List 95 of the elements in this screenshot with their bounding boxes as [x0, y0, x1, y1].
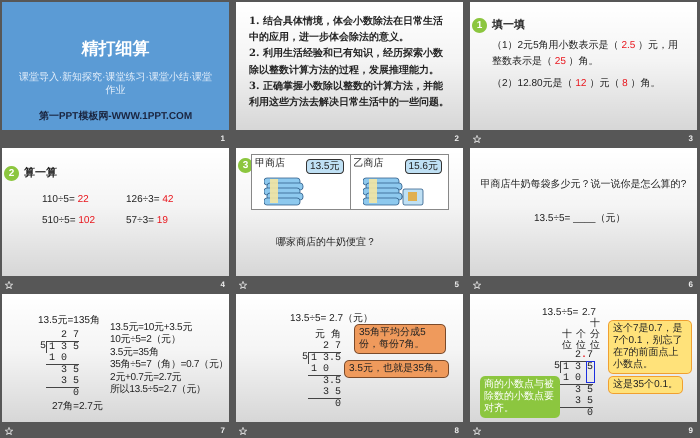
question-text: 哪家商店的牛奶便宜？ — [276, 236, 376, 249]
callout-bubble: 3.5元，也就是35角。 — [344, 360, 450, 378]
star-icon — [473, 427, 481, 435]
dividend: 1 3 5 — [563, 362, 594, 373]
website-text: 第一PPT模板网-WWW.1PPT.COM — [38, 110, 194, 123]
equation: 13.5÷5= ____（元） — [534, 212, 626, 225]
division-step: 1 0 — [308, 364, 330, 375]
expression: 57÷3= — [126, 215, 154, 226]
result-text: 27角=2.7元 — [52, 400, 103, 413]
shop-label: 甲商店 — [255, 157, 285, 170]
division-step: 0 — [332, 399, 342, 410]
division-step: 3 5 — [58, 376, 80, 387]
heading: 13.5÷5= 2.7（元） — [290, 312, 374, 325]
dividend: 1 3.5 — [311, 353, 342, 364]
slide-number: 8 — [454, 425, 459, 437]
shop-label: 乙商店 — [354, 157, 384, 170]
question-text: （1）2元5角用小数表示是（ 2.5 ）元，用整数表示是（ 25 ）角。 — [492, 38, 680, 69]
explanation-line: 35角÷5=7（角）=0.7（元） — [110, 359, 228, 372]
objective-text: 3. 正确掌握小数除以整数的计算方法，并能利用这些方法去解决日常生活中的一些问题。 — [249, 79, 450, 110]
division-step: 3 5 — [572, 396, 594, 407]
quotient: 2.7 — [574, 350, 594, 361]
star-icon — [239, 427, 247, 435]
slide-thumbnail[interactable]: 甲商店牛奶每袋多少元？说一说你是怎么算的? 13.5÷5= ____（元） — [470, 148, 697, 276]
place-label: 个位 — [576, 329, 586, 351]
answer: 42 — [162, 194, 174, 205]
explanation-line: 2元+0.7元=2.7元 — [110, 372, 182, 384]
slide-number: 7 — [220, 425, 225, 437]
milk-bags-drawing — [362, 177, 424, 207]
divisor: 5 — [302, 352, 308, 364]
explanation-line: 3.5元=35角 — [110, 346, 160, 359]
star-icon — [5, 281, 13, 289]
price-bubble: 13.5元 — [306, 159, 344, 174]
unit-labels: 元 角 — [314, 330, 342, 341]
explanation-line: 所以13.5÷5=2.7（元） — [110, 384, 207, 396]
place-label: 十位 — [562, 329, 572, 351]
star-icon — [473, 135, 481, 143]
result-text: 2.7 — [582, 306, 596, 318]
division-step: 3 5 — [572, 385, 594, 396]
quotient: 2 7 — [322, 341, 342, 352]
highlight-frame — [586, 361, 596, 383]
slide-thumbnail[interactable]: 3 甲商店 13.5元 乙商店 15.6元 哪家商店的牛奶便宜？ — [236, 148, 463, 276]
slide-thumbnail[interactable]: 精打细算 课堂导入·新知探究·课堂练习·课堂小结·课堂作业 第一PPT模板网-WWW.1PPT.COM — [2, 2, 229, 130]
division-step: 3 5 — [320, 387, 342, 398]
answer: 22 — [78, 194, 89, 205]
heading: 算一算 — [24, 166, 57, 181]
division-step: 3 5 — [58, 365, 80, 376]
division-step: 1 0 — [46, 353, 68, 364]
explanation-line: 10元÷5=2（元） — [110, 334, 182, 347]
star-icon — [5, 427, 13, 435]
divisor: 5 — [554, 361, 560, 373]
answer: 19 — [156, 215, 168, 226]
expression: 126÷3= — [126, 194, 160, 205]
question-text: 甲商店牛奶每袋多少元？说一说你是怎么算的? — [480, 178, 688, 191]
number-badge: 1 — [472, 18, 487, 33]
slide-thumbnail[interactable]: 13.5÷5= 2.7（元） 元 角 2 7 5 1 3.5 1 0 3.5 3 5 0 35角平均分成5份，每份7角。 3.5元，也就是35角。 — [236, 294, 463, 422]
heading: 填一填 — [492, 18, 525, 33]
slide-number: 5 — [454, 279, 459, 291]
quotient: 2 7 — [60, 330, 80, 341]
objective-text: 2. 利用生活经验和已有知识，经历探索小数除以整数计算方法的过程，发展推理能力。 — [249, 46, 444, 78]
division-step: 0 — [70, 388, 80, 399]
slide-number: 2 — [454, 133, 459, 145]
subtitle: 课堂导入·新知探究·课堂练习·课堂小结·课堂作业 — [18, 72, 214, 97]
callout-bubble: 35角平均分成5份，每份7角。 — [354, 324, 446, 354]
place-label: 十分位 — [590, 318, 600, 351]
number-badge: 2 — [4, 166, 19, 181]
division-step: 0 — [584, 408, 594, 419]
slide-thumbnail[interactable]: 2 算一算 110÷5= 22 126÷3= 42 510÷5= 102 57÷3= 19 — [2, 148, 229, 276]
star-icon — [473, 281, 481, 289]
slide-number: 9 — [688, 425, 693, 437]
slide-number: 6 — [688, 279, 693, 291]
expression: 110÷5= — [42, 194, 75, 205]
slide-thumbnail[interactable]: 1 填一填 （1）2元5角用小数表示是（ 2.5 ）元，用整数表示是（ 25 ）角。 （2）12.80元是（ 12 ）元（ 8 ）角。 — [470, 2, 697, 130]
question-text: （2）12.80元是（ 12 ）元（ 8 ）角。 — [492, 77, 662, 91]
answer: 102 — [78, 215, 96, 226]
equation: 13.5÷5= — [542, 306, 578, 319]
explanation-line: 13.5元=10元+3.5元 — [110, 322, 193, 334]
note-box: 商的小数点与被除数的小数点要对齐。 — [480, 376, 560, 418]
milk-bags-drawing — [264, 177, 306, 207]
divisor: 5 — [40, 341, 46, 353]
division-step: 3.5 — [320, 376, 342, 387]
slide-number: 1 — [220, 133, 225, 145]
slide-number: 4 — [220, 279, 225, 291]
price-bubble: 15.6元 — [404, 159, 442, 174]
division-step: 1 0 — [560, 373, 582, 384]
dividend: 1 3 5 — [49, 342, 80, 353]
objective-text: 1. 结合具体情境，体会小数除法在日常生活中的应用，进一步体会除法的意义。 — [249, 14, 444, 46]
expression: 510÷5= — [42, 215, 76, 226]
callout-bubble: 这个7是0.7，是7个0.1，别忘了在7的前面点上小数点。 — [608, 320, 692, 374]
slide-number: 3 — [688, 133, 693, 145]
heading: 13.5元=135角 — [38, 314, 100, 327]
slide-thumbnail[interactable]: 1. 结合具体情境，体会小数除法在日常生活中的应用，进一步体会除法的意义。 2. 利用生活经验和已有知识，经历探索小数除以整数计算方法的过程，发展推理能力。 3. 正确掌握小数除以整数的计算方法，并能利用这些方法去解决日常生活中的一些问题。 — [236, 2, 463, 130]
slide-title: 精打细算 — [80, 38, 150, 60]
slide-thumbnail[interactable]: 13.5÷5= 2.7 十位 个位 十分位 2.7 5 1 3 5 1 0 3 5 3 5 0 这个7是0.7，是7个0.1，别忘了在7的前面点上小数点。 商的小数点与被除数的小数点要对齐。 这是35个0.1。 — [470, 294, 697, 422]
callout-bubble: 这是35个0.1。 — [608, 376, 684, 394]
star-icon — [239, 281, 247, 289]
